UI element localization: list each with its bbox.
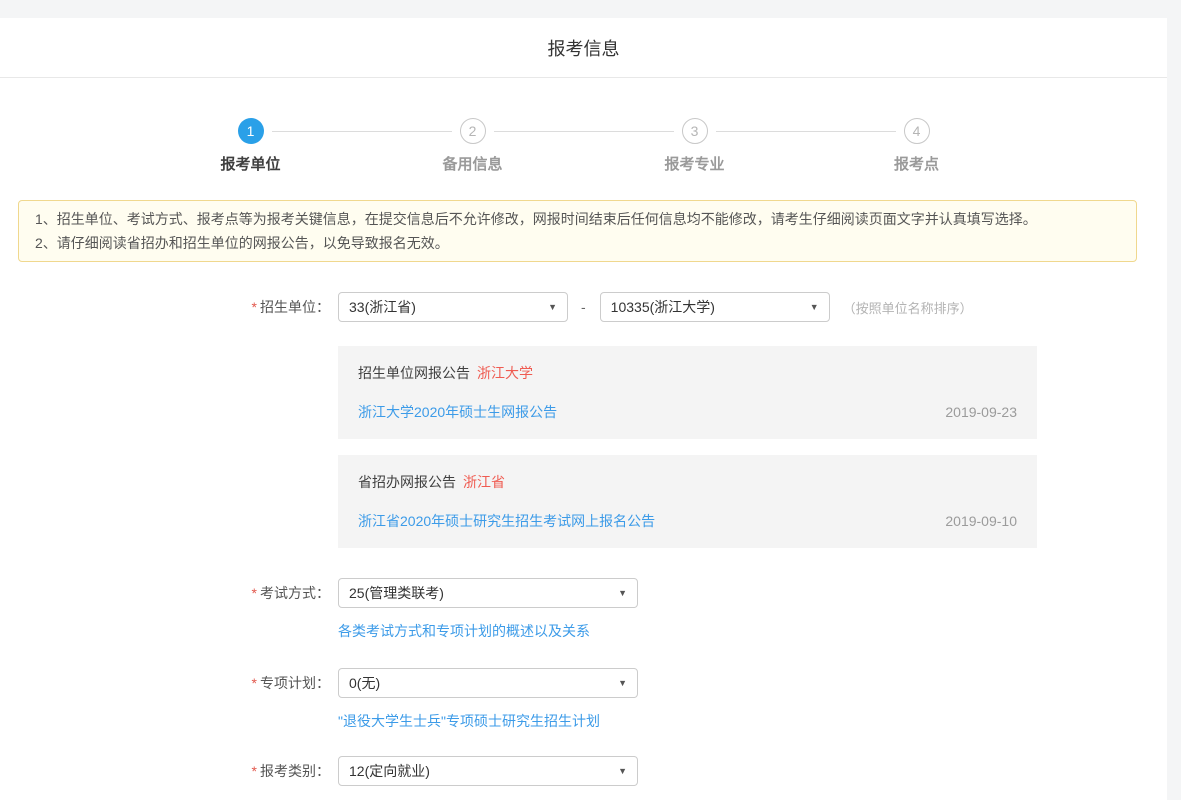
- special-plan-label: *专项计划：: [0, 673, 330, 693]
- unit-announcement-link[interactable]: 浙江大学2020年硕士生网报公告: [358, 402, 557, 422]
- unit-announcement-link-row: 浙江大学2020年硕士生网报公告 2019-09-23: [358, 402, 1017, 422]
- exam-method-help-link[interactable]: 各类考试方式和专项计划的概述以及关系: [338, 623, 590, 639]
- select-separator: -: [581, 299, 586, 315]
- admission-unit-row: *招生单位： 33(浙江省) ▼ - 10335(浙江大学) ▼ （按照单位名称…: [0, 292, 1167, 322]
- province-announcement-box: 省招办网报公告浙江省 浙江省2020年硕士研究生招生考试网上报名公告 2019-…: [338, 455, 1037, 548]
- chevron-down-icon: ▼: [618, 678, 627, 688]
- category-select[interactable]: 12(定向就业) ▼: [338, 756, 638, 786]
- special-plan-row: *专项计划： 0(无) ▼: [0, 668, 1167, 698]
- unit-select[interactable]: 10335(浙江大学) ▼: [600, 292, 830, 322]
- step-4-label: 报考点: [894, 153, 939, 174]
- exam-method-select-value: 25(管理类联考): [349, 583, 444, 603]
- special-plan-help-row: "退役大学生士兵"专项硕士研究生招生计划: [338, 711, 1167, 731]
- unit-sort-hint: （按照单位名称排序）: [843, 298, 973, 317]
- step-2-label: 备用信息: [442, 153, 502, 174]
- required-mark: *: [252, 763, 257, 779]
- exam-method-label: *考试方式：: [0, 583, 330, 603]
- step-4-circle: 4: [904, 118, 930, 144]
- admission-unit-label: *招生单位：: [0, 297, 330, 317]
- province-select[interactable]: 33(浙江省) ▼: [338, 292, 568, 322]
- application-info-panel: 报考信息 1 报考单位 2 备用信息 3 报考专业 4 报考点 1、招生单位、考…: [0, 18, 1167, 800]
- province-select-value: 33(浙江省): [349, 297, 416, 317]
- exam-method-row: *考试方式： 25(管理类联考) ▼: [0, 578, 1167, 608]
- chevron-down-icon: ▼: [548, 302, 557, 312]
- category-label: *报考类别：: [0, 761, 330, 781]
- notice-line-2: 2、请仔细阅读省招办和招生单位的网报公告，以免导致报名无效。: [35, 231, 1120, 255]
- required-mark: *: [252, 585, 257, 601]
- step-application-unit: 1 报考单位: [140, 118, 362, 174]
- step-1-circle: 1: [238, 118, 264, 144]
- page-header: 报考信息: [0, 18, 1167, 78]
- chevron-down-icon: ▼: [618, 766, 627, 776]
- unit-announcement-date: 2019-09-23: [945, 404, 1017, 420]
- key-info-notice: 1、招生单位、考试方式、报考点等为报考关键信息，在提交信息后不允许修改，网报时间…: [18, 200, 1137, 262]
- step-3-circle: 3: [682, 118, 708, 144]
- step-exam-site: 4 报考点: [806, 118, 1028, 174]
- unit-announcement-box: 招生单位网报公告浙江大学 浙江大学2020年硕士生网报公告 2019-09-23: [338, 346, 1037, 439]
- special-plan-select-value: 0(无): [349, 673, 380, 693]
- step-3-label: 报考专业: [664, 153, 724, 174]
- exam-method-help-row: 各类考试方式和专项计划的概述以及关系: [338, 621, 1167, 641]
- required-mark: *: [252, 675, 257, 691]
- category-row: *报考类别： 12(定向就业) ▼: [0, 756, 1167, 786]
- unit-announcement-org: 浙江大学: [477, 365, 533, 381]
- province-announcement-link[interactable]: 浙江省2020年硕士研究生招生考试网上报名公告: [358, 511, 655, 531]
- chevron-down-icon: ▼: [618, 588, 627, 598]
- page-title: 报考信息: [548, 35, 620, 61]
- steps-progress: 1 报考单位 2 备用信息 3 报考专业 4 报考点: [140, 118, 1028, 174]
- step-1-label: 报考单位: [220, 153, 280, 174]
- province-announcement-date: 2019-09-10: [945, 513, 1017, 529]
- province-announcement-org: 浙江省: [463, 474, 505, 490]
- special-plan-select[interactable]: 0(无) ▼: [338, 668, 638, 698]
- unit-select-value: 10335(浙江大学): [611, 297, 715, 317]
- province-announcement-title: 省招办网报公告浙江省: [358, 472, 1017, 492]
- province-announcement-link-row: 浙江省2020年硕士研究生招生考试网上报名公告 2019-09-10: [358, 511, 1017, 531]
- step-application-major: 3 报考专业: [584, 118, 806, 174]
- special-plan-help-link[interactable]: "退役大学生士兵"专项硕士研究生招生计划: [338, 713, 600, 729]
- chevron-down-icon: ▼: [810, 302, 819, 312]
- notice-line-1: 1、招生单位、考试方式、报考点等为报考关键信息，在提交信息后不允许修改，网报时间…: [35, 207, 1120, 231]
- step-2-circle: 2: [460, 118, 486, 144]
- unit-announcement-title: 招生单位网报公告浙江大学: [358, 363, 1017, 383]
- step-backup-info: 2 备用信息: [362, 118, 584, 174]
- required-mark: *: [252, 299, 257, 315]
- category-select-value: 12(定向就业): [349, 761, 430, 781]
- exam-method-select[interactable]: 25(管理类联考) ▼: [338, 578, 638, 608]
